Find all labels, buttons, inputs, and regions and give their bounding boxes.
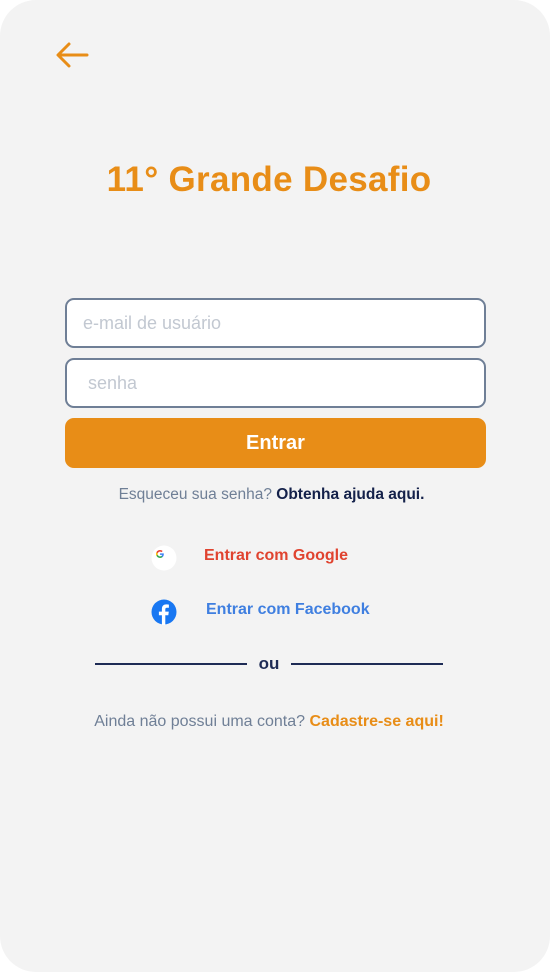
facebook-icon <box>151 599 177 625</box>
forgot-password-line: Esqueceu sua senha? Obtenha ajuda aqui. <box>0 486 543 504</box>
email-field[interactable] <box>67 300 484 346</box>
divider-label: ou <box>258 654 280 673</box>
google-icon <box>151 545 177 571</box>
forgot-password-link[interactable]: Obtenha ajuda aqui. <box>276 486 424 503</box>
signup-text: Ainda não possui uma conta? <box>94 713 306 730</box>
page-title: 11° Grande Desafio <box>106 160 432 199</box>
login-screen: 11° Grande Desafio Entrar Esqueceu sua s… <box>0 0 550 972</box>
login-button[interactable]: Entrar <box>65 418 486 468</box>
forgot-password-text: Esqueceu sua senha? <box>118 486 272 503</box>
password-field[interactable] <box>67 360 484 406</box>
password-field-container <box>65 358 486 408</box>
google-login-label: Entrar com Google <box>204 547 349 564</box>
divider-line-left <box>95 663 247 665</box>
arrow-left-icon <box>56 42 89 68</box>
divider-line-right <box>291 663 443 665</box>
signup-link[interactable]: Cadastre-se aqui! <box>310 713 444 730</box>
facebook-login-label: Entrar com Facebook <box>206 601 370 618</box>
email-field-container <box>65 298 486 348</box>
signup-line: Ainda não possui uma conta? Cadastre-se … <box>0 713 538 731</box>
back-button[interactable] <box>52 38 92 72</box>
